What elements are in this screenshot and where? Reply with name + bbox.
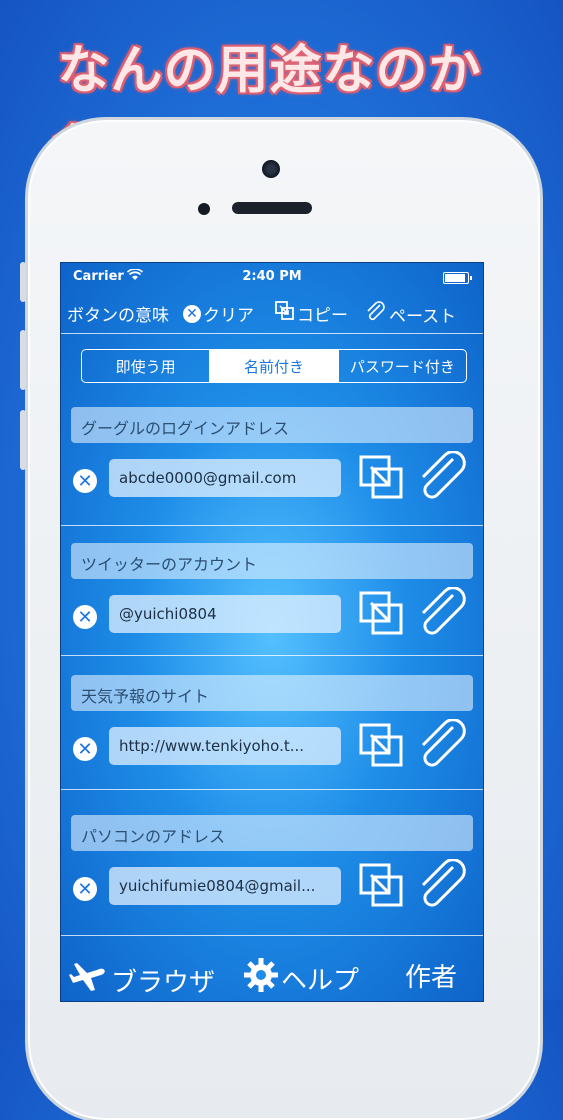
volume-down-button <box>20 410 26 470</box>
clock: 2:40 PM <box>242 269 302 284</box>
segment-quick-use[interactable]: 即使う用 <box>82 350 211 382</box>
list-item: 天気予報のサイト ✕ http://www.tenkiyoho.t... <box>61 675 483 793</box>
mute-switch <box>20 262 26 302</box>
tab-browser[interactable]: ブラウザ <box>69 957 216 1001</box>
entry-name-field[interactable]: パソコンのアドレス <box>71 815 473 851</box>
clear-entry-x-icon[interactable]: ✕ <box>73 469 97 493</box>
copy-icon[interactable] <box>359 863 405 913</box>
status-bar: Carrier 2:40 PM <box>61 268 483 289</box>
front-camera <box>262 160 280 178</box>
button-meaning-label: ボタンの意味 <box>67 306 169 326</box>
row-divider <box>61 655 483 656</box>
clear-entry-x-icon[interactable]: ✕ <box>73 737 97 761</box>
app-screen: Carrier 2:40 PM ボタンの意味 ✕ クリア コピー ペースト 即使… <box>60 262 484 1002</box>
top-toolbar: ボタンの意味 ✕ クリア コピー ペースト <box>61 295 483 331</box>
tab-help[interactable]: ヘルプ <box>243 957 359 1000</box>
entry-name-field[interactable]: 天気予報のサイト <box>71 675 473 711</box>
copy-icon <box>275 301 295 326</box>
entry-name-field[interactable]: グーグルのログインアドレス <box>71 407 473 443</box>
clear-entry-x-icon[interactable]: ✕ <box>73 605 97 629</box>
paperclip-icon[interactable] <box>417 586 469 643</box>
mode-segmented-control: 即使う用 名前付き パスワード付き <box>81 349 467 383</box>
promo-banner-line1: なんの用途なのか <box>57 41 482 101</box>
tab-author-label: 作者 <box>405 963 458 993</box>
segment-named[interactable]: 名前付き <box>210 350 339 382</box>
proximity-sensor <box>198 203 210 215</box>
airplane-icon <box>69 957 109 1001</box>
tab-browser-label: ブラウザ <box>111 968 216 998</box>
list-item: ツイッターのアカウント ✕ @yuichi0804 <box>61 543 483 661</box>
tab-author[interactable]: 作者 <box>405 957 457 994</box>
copy-icon[interactable] <box>359 723 405 773</box>
clear-x-icon: ✕ <box>183 304 201 323</box>
paste-label: ペースト <box>389 307 457 327</box>
list-item: パソコンのアドレス ✕ yuichifumie0804@gmail... <box>61 815 483 933</box>
entry-value-field[interactable]: abcde0000@gmail.com <box>109 459 341 497</box>
tab-help-label: ヘルプ <box>281 966 360 996</box>
copy-icon[interactable] <box>359 591 405 641</box>
battery-icon <box>443 272 472 284</box>
earpiece-speaker <box>232 202 312 214</box>
entry-value-field[interactable]: http://www.tenkiyoho.t... <box>109 727 341 765</box>
copy-icon[interactable] <box>359 455 405 505</box>
paperclip-icon[interactable] <box>417 450 469 507</box>
tabbar-divider <box>61 935 483 936</box>
paperclip-icon[interactable] <box>417 858 469 915</box>
entry-value-field[interactable]: yuichifumie0804@gmail... <box>109 867 341 905</box>
bottom-tab-bar: ブラウザ ヘルプ 作者 <box>61 943 483 1001</box>
paperclip-icon[interactable] <box>417 718 469 775</box>
clear-button[interactable]: ✕ クリア <box>183 301 254 326</box>
copy-button[interactable]: コピー <box>275 301 348 326</box>
entry-name-field[interactable]: ツイッターのアカウント <box>71 543 473 579</box>
gear-icon <box>243 957 279 1000</box>
row-divider <box>61 525 483 526</box>
row-divider <box>61 789 483 790</box>
volume-up-button <box>20 330 26 390</box>
clear-label: クリア <box>203 306 254 326</box>
toolbar-divider <box>61 333 483 334</box>
paperclip-icon <box>365 301 387 328</box>
button-meaning-button[interactable]: ボタンの意味 <box>67 301 169 326</box>
list-item: グーグルのログインアドレス ✕ abcde0000@gmail.com <box>61 407 483 525</box>
paste-button[interactable]: ペースト <box>365 301 456 328</box>
clear-entry-x-icon[interactable]: ✕ <box>73 877 97 901</box>
segment-with-password[interactable]: パスワード付き <box>339 350 466 382</box>
copy-label: コピー <box>297 306 348 326</box>
entry-value-field[interactable]: @yuichi0804 <box>109 595 341 633</box>
